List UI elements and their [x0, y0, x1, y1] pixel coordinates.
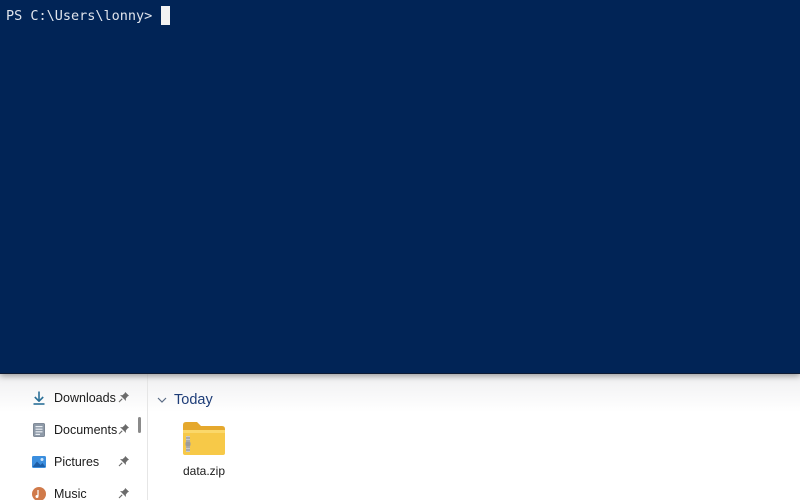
prompt-text: PS C:\Users\lonny> [6, 7, 153, 24]
chevron-down-icon [157, 397, 167, 403]
nav-item-label: Downloads [54, 391, 116, 405]
nav-scrollbar[interactable] [138, 417, 141, 433]
nav-item-pictures[interactable]: Pictures [24, 449, 136, 475]
navigation-pane: Downloads Documents Pictures Music [0, 370, 147, 500]
zip-folder-icon [183, 422, 225, 455]
file-name: data.zip [182, 464, 226, 478]
download-icon [31, 390, 47, 406]
picture-icon [31, 454, 47, 470]
group-label: Today [174, 392, 213, 408]
content-pane: Today data.zip [148, 370, 800, 500]
nav-item-documents[interactable]: Documents [24, 417, 136, 443]
group-header-today[interactable]: Today [156, 390, 213, 410]
text-cursor [161, 6, 171, 25]
powershell-window[interactable]: PS C:\Users\lonny> [0, 0, 800, 374]
nav-item-label: Documents [54, 423, 118, 437]
pin-icon[interactable] [118, 455, 130, 467]
pin-icon[interactable] [118, 487, 130, 499]
nav-item-downloads[interactable]: Downloads [24, 385, 136, 411]
pin-icon[interactable] [118, 423, 130, 435]
nav-item-music[interactable]: Music [24, 481, 136, 500]
file-explorer-window: Downloads Documents Pictures Music Today… [0, 370, 800, 500]
prompt-line[interactable]: PS C:\Users\lonny> [6, 6, 171, 25]
nav-item-label: Music [54, 487, 87, 500]
music-icon [31, 486, 47, 500]
nav-item-label: Pictures [54, 455, 100, 469]
pin-icon[interactable] [118, 391, 130, 403]
document-icon [31, 422, 47, 438]
file-item[interactable]: data.zip [170, 420, 238, 486]
